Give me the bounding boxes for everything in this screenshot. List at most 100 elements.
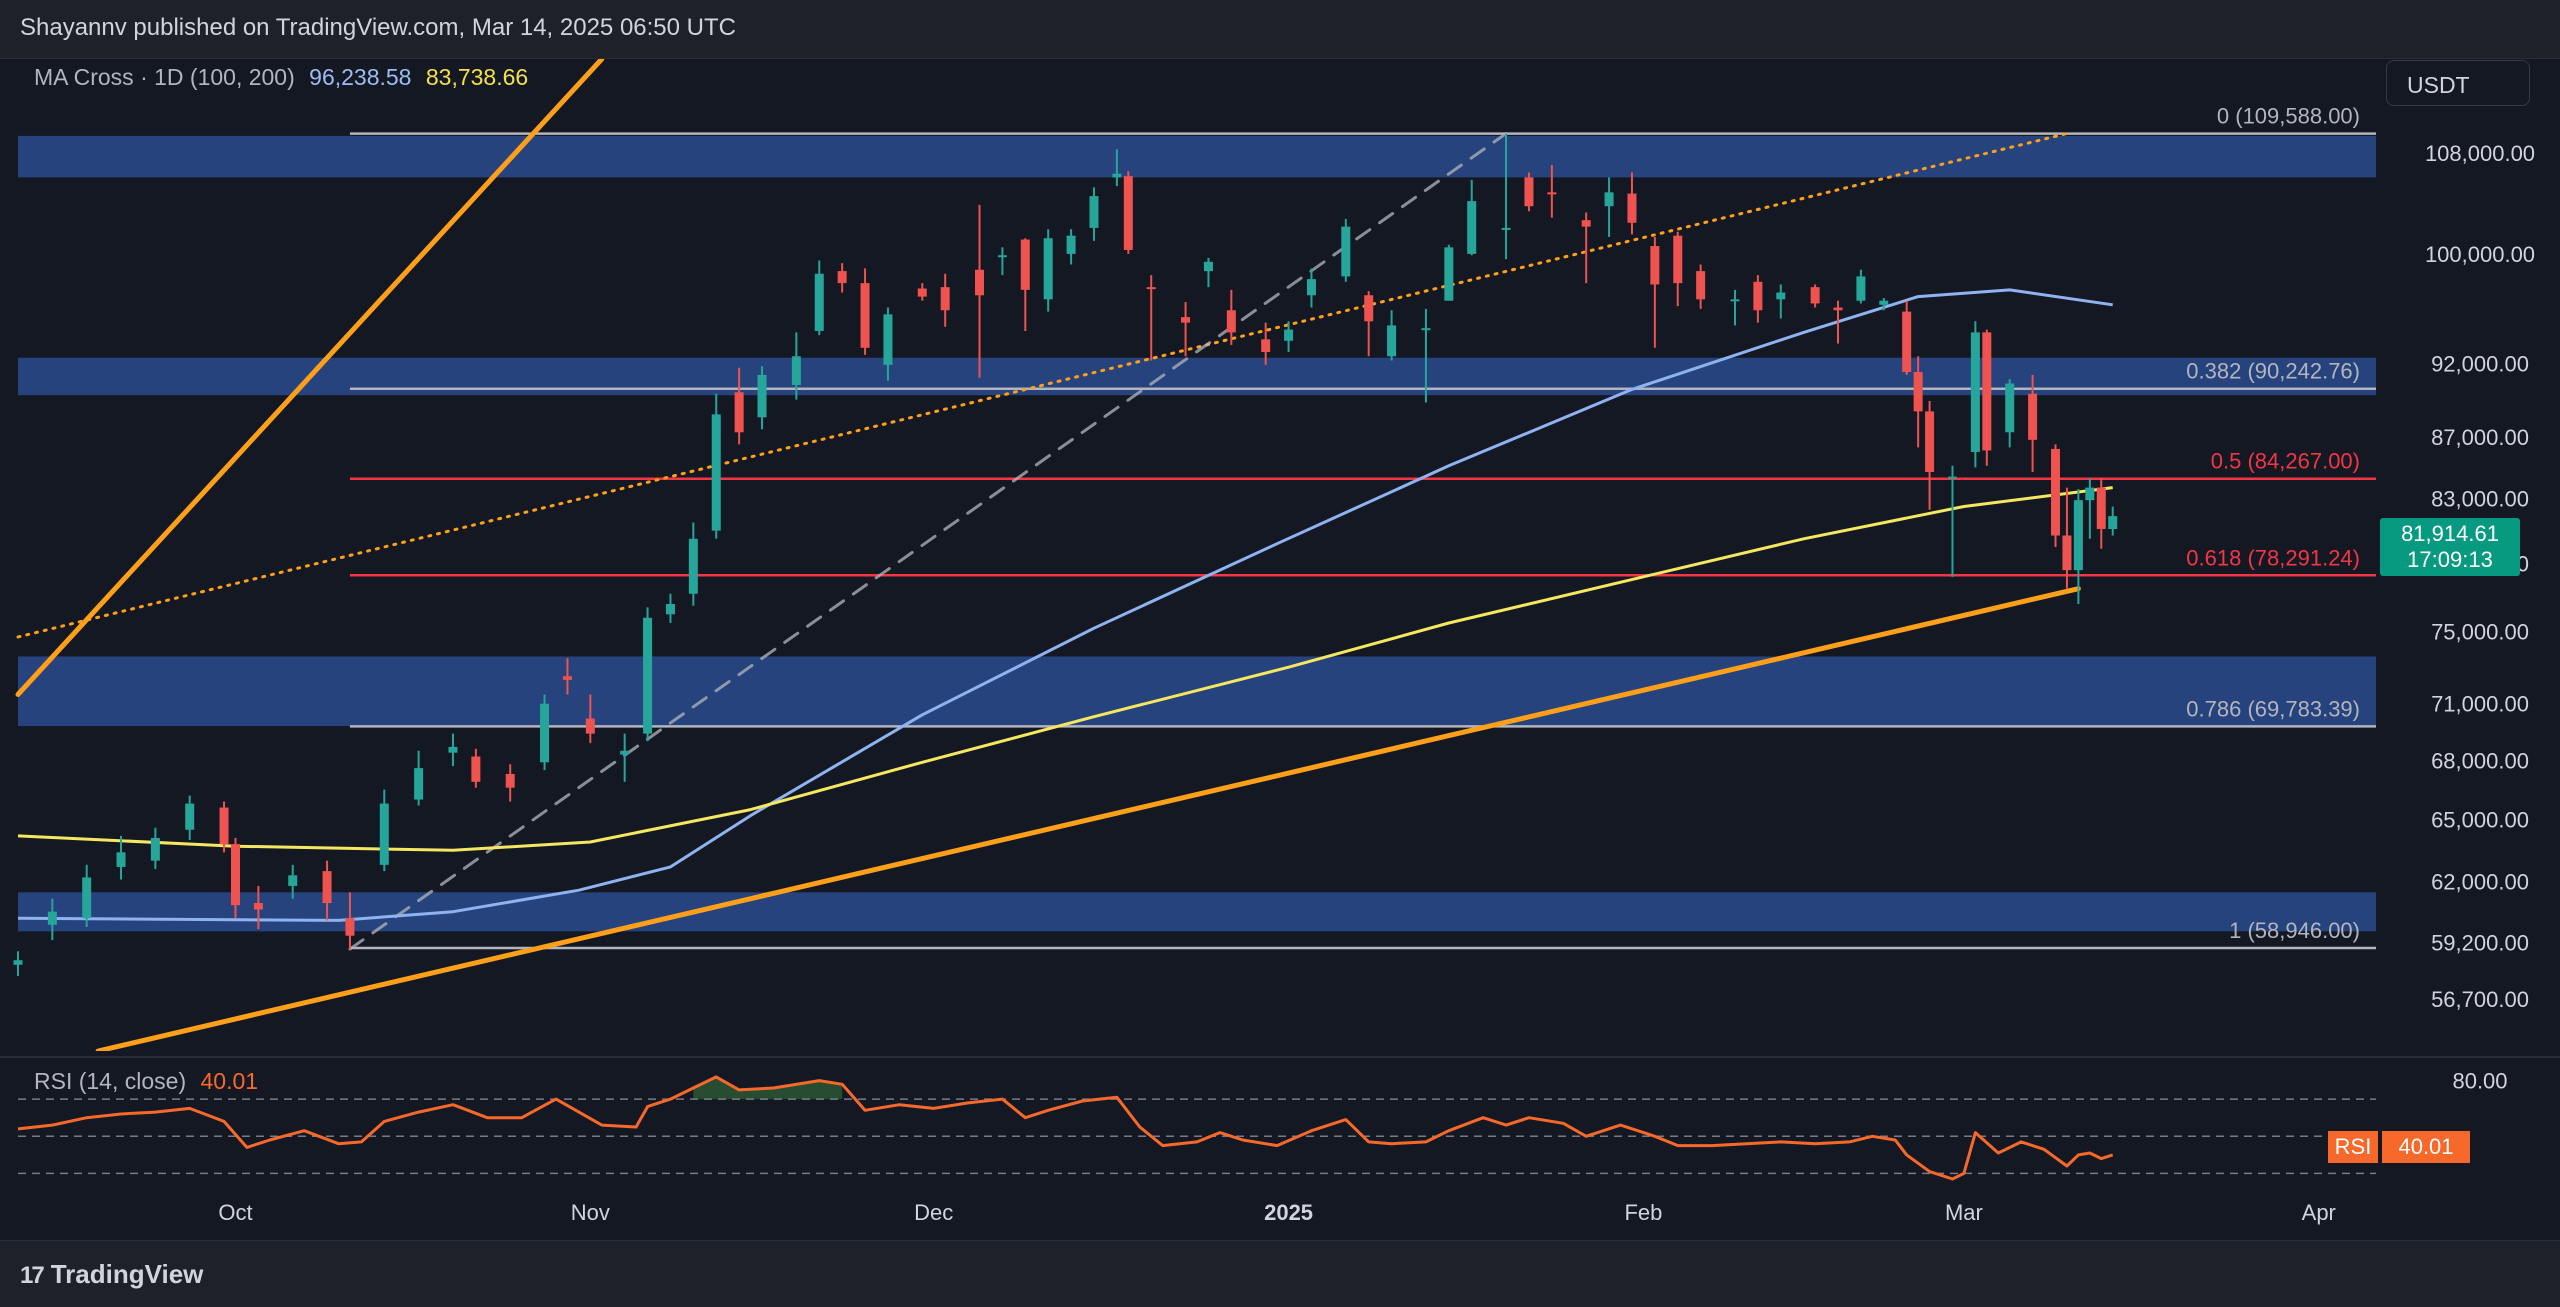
- rsi-tag-value: 40.01: [2382, 1131, 2470, 1163]
- ma200-value: 83,738.66: [425, 64, 529, 90]
- candle-body: [505, 773, 515, 788]
- candle-body: [1203, 261, 1213, 272]
- rsi-title: RSI (14, close): [34, 1068, 187, 1094]
- candle-body: [665, 603, 675, 615]
- candle-body: [1970, 332, 1980, 452]
- indicator-title: MA Cross · 1D (100, 200): [34, 64, 295, 90]
- candle-body: [1181, 317, 1191, 323]
- candle-body: [1982, 332, 1992, 451]
- candle-body: [1879, 300, 1889, 305]
- time-axis-label: Feb: [1624, 1200, 1662, 1225]
- candle-body: [1444, 247, 1454, 301]
- candle-body: [2028, 393, 2038, 440]
- candle-body: [1524, 177, 1534, 207]
- rsi-tag-label: RSI: [2328, 1131, 2378, 1163]
- last-price-tag: 81,914.61 17:09:13: [2380, 518, 2520, 576]
- candle-body: [2108, 516, 2118, 530]
- fib-level-label: 0.382 (90,242.76): [2186, 359, 2360, 384]
- candle-body: [1581, 220, 1591, 227]
- candle-body: [1341, 226, 1351, 277]
- time-axis-label: Oct: [218, 1200, 252, 1225]
- candle-body: [2096, 487, 2106, 530]
- candle-body: [1833, 307, 1843, 311]
- candle-body: [1467, 201, 1477, 254]
- currency-button[interactable]: USDT: [2386, 60, 2530, 106]
- candle-body: [2050, 448, 2060, 536]
- fib-level-label: 1 (58,946.00): [2229, 918, 2360, 943]
- candle-body: [1501, 227, 1511, 230]
- price-axis-label: 62,000.00: [2431, 870, 2529, 895]
- fib-level-label: 0.5 (84,267.00): [2211, 449, 2360, 474]
- tradingview-logo-icon: 17: [20, 1262, 45, 1289]
- price-axis-label: 75,000.00: [2431, 620, 2529, 645]
- candle-body: [288, 875, 298, 886]
- candle-body: [814, 273, 824, 331]
- candle-body: [448, 746, 458, 753]
- tradingview-brand: TradingView: [50, 1259, 204, 1289]
- candle-body: [1730, 299, 1740, 302]
- candle-body: [379, 803, 389, 865]
- candle-body: [219, 807, 229, 845]
- candle-body: [1856, 276, 1866, 301]
- indicator-legend[interactable]: MA Cross · 1D (100, 200) 96,238.58 83,73…: [34, 64, 528, 91]
- price-chart-svg[interactable]: 0 (109,588.00) 0.382 (90,242.76) 0.5 (84,2…: [0, 59, 2560, 1240]
- price-axis-label: 56,700.00: [2431, 987, 2529, 1012]
- candle-body: [837, 271, 847, 284]
- candle-body: [1421, 328, 1431, 331]
- candle-body: [1547, 192, 1557, 195]
- price-axis-label: 108,000.00: [2425, 141, 2535, 166]
- bottom-bar: 17 TradingView: [0, 1241, 2560, 1307]
- support-resistance-zone: [18, 135, 2376, 178]
- rsi-legend-value: 40.01: [200, 1068, 259, 1094]
- time-axis-label: 2025: [1264, 1200, 1313, 1225]
- candle-body: [997, 255, 1007, 258]
- candle-body: [1673, 235, 1683, 284]
- candle-body: [711, 414, 721, 531]
- candle-body: [414, 768, 424, 800]
- candle-body: [1089, 196, 1099, 228]
- candle-body: [150, 837, 160, 861]
- chart-frame[interactable]: 0 (109,588.00) 0.382 (90,242.76) 0.5 (84,2…: [0, 58, 2560, 1241]
- candle-body: [2005, 383, 2015, 433]
- candle-body: [1913, 372, 1923, 412]
- candle-body: [1604, 192, 1614, 207]
- candle-body: [1043, 238, 1053, 300]
- candle-body: [1066, 235, 1076, 254]
- rsi-pane: [17, 1075, 2376, 1181]
- candle-body: [1364, 295, 1374, 322]
- candle-body: [322, 871, 332, 904]
- price-axis-label: 92,000.00: [2431, 351, 2529, 376]
- price-axis-label: 87,000.00: [2431, 425, 2529, 450]
- candle-body: [1925, 411, 1935, 472]
- candle-body: [1020, 239, 1030, 290]
- top-bar: Shayannv published on TradingView.com, M…: [0, 0, 2560, 58]
- candle-body: [1226, 310, 1236, 333]
- candle-body: [540, 703, 550, 763]
- candle-body: [1112, 173, 1122, 178]
- candle-body: [940, 287, 950, 311]
- candle-body: [917, 288, 927, 297]
- time-axis-label: Mar: [1945, 1200, 1983, 1225]
- candle-body: [734, 392, 744, 433]
- tradingview-logo[interactable]: 17 TradingView: [20, 1259, 203, 1290]
- price-axis-label: 65,000.00: [2431, 808, 2529, 833]
- candle-body: [1776, 292, 1786, 300]
- candle-body: [230, 844, 240, 906]
- candle-body: [1650, 246, 1660, 285]
- rsi-legend[interactable]: RSI (14, close) 40.01: [34, 1068, 258, 1095]
- rsi-line: [17, 1075, 2114, 1181]
- rsi-axis-label: 80.00: [2452, 1069, 2507, 1094]
- candle-body: [1753, 281, 1763, 311]
- candle-body: [1627, 193, 1637, 223]
- candle-body: [1123, 176, 1133, 250]
- support-resistance-zone: [18, 892, 2376, 932]
- candle-body: [2085, 487, 2095, 501]
- candle-body: [116, 852, 126, 867]
- price-axis-label: 83,000.00: [2431, 487, 2529, 512]
- candle-body: [1387, 325, 1397, 357]
- candle-body: [253, 903, 263, 910]
- candle-body: [1810, 287, 1820, 304]
- candle-body: [1902, 311, 1912, 373]
- candle-body: [1696, 271, 1706, 300]
- fib-trend-dashed-line: [348, 132, 1508, 951]
